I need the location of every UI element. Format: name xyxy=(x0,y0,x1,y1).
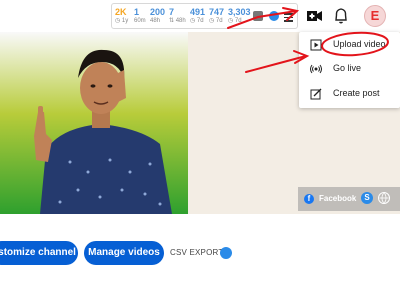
masthead: 2K ◷ 1y 1 60m 200 48h 7 ⇅ 48h 491 ◷ 7d 7… xyxy=(0,0,400,32)
menu-item-upload-video[interactable]: Upload video xyxy=(299,33,400,55)
calendar-icon[interactable] xyxy=(253,11,263,21)
stat-item: 491 ◷ 7d xyxy=(190,7,206,24)
skype-link-icon[interactable]: S xyxy=(361,192,373,204)
menu-item-label: Create post xyxy=(333,88,380,98)
manage-videos-button[interactable]: Manage videos xyxy=(84,241,164,265)
broadcast-icon xyxy=(310,62,322,74)
globe-icon[interactable] xyxy=(378,192,390,204)
play-square-icon xyxy=(310,38,322,51)
menu-item-label: Upload video xyxy=(333,39,386,49)
stat-item: 747 ◷ 7d xyxy=(209,7,225,24)
menu-icon[interactable] xyxy=(284,13,293,22)
menu-item-go-live[interactable]: Go live xyxy=(299,57,400,79)
facebook-icon: f xyxy=(304,194,314,204)
stat-item: 2K ◷ 1y xyxy=(115,7,129,24)
stat-item: 7 ⇅ 48h xyxy=(169,7,186,24)
stat-item: 1 60m xyxy=(134,7,146,24)
create-video-icon[interactable] xyxy=(304,6,324,26)
stat-item: 200 48h xyxy=(150,7,166,24)
banner-photo xyxy=(0,32,188,214)
extension-logo-icon[interactable] xyxy=(269,11,279,21)
notifications-bell-icon[interactable] xyxy=(331,6,351,26)
create-menu: Upload video Go live Create post xyxy=(299,32,400,108)
channel-page: f Facebook S 2K ◷ 1y 1 60m 200 48h 7 ⇅ 4… xyxy=(0,0,400,284)
customize-channel-button[interactable]: ustomize channel xyxy=(0,241,78,265)
csv-export-link[interactable]: CSV EXPORT xyxy=(170,247,223,259)
extension-logo-icon xyxy=(220,247,232,259)
stat-item: 3,303 ◷ 7d xyxy=(228,7,251,24)
menu-item-create-post[interactable]: Create post xyxy=(299,82,400,104)
facebook-link[interactable]: f Facebook xyxy=(301,190,360,208)
edit-icon xyxy=(310,87,322,100)
menu-item-label: Go live xyxy=(333,63,362,73)
facebook-label: Facebook xyxy=(319,194,357,203)
stats-widget: 2K ◷ 1y 1 60m 200 48h 7 ⇅ 48h 491 ◷ 7d 7… xyxy=(111,3,298,29)
account-avatar[interactable]: E xyxy=(364,5,386,27)
